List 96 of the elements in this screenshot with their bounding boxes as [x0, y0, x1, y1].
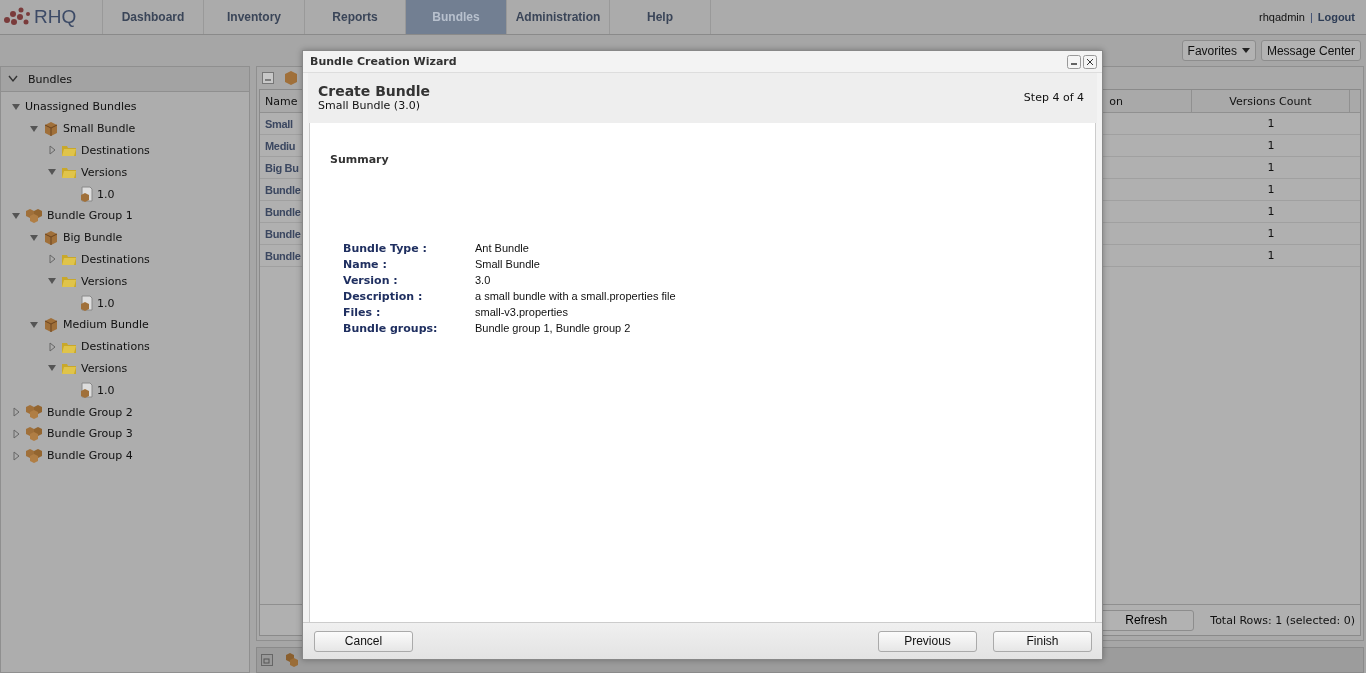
boxes-icon — [25, 425, 43, 442]
table-cell-text: 1 — [1266, 226, 1276, 242]
table-cell-text: Bundle — [264, 226, 302, 242]
tree-item[interactable]: Versions — [81, 274, 128, 288]
wizard-subtitle: Small Bundle (3.0) — [318, 99, 421, 112]
nav-tab[interactable]: Dashboard — [103, 0, 204, 34]
logo-dots-icon — [2, 6, 32, 28]
expander-icon[interactable] — [11, 428, 21, 439]
field-label: Name : — [343, 258, 388, 271]
dialog-title: Bundle Creation Wizard — [310, 55, 457, 68]
logo-text: RHQ — [34, 6, 77, 28]
cancel-button[interactable]: Cancel — [314, 630, 413, 652]
field-value: Ant Bundle — [475, 242, 530, 255]
finish-button[interactable]: Finish — [993, 630, 1092, 652]
package-file-icon — [79, 295, 93, 312]
expander-icon[interactable] — [47, 145, 57, 156]
tree-item[interactable]: 1.0 — [97, 296, 115, 310]
box-icon — [283, 70, 299, 86]
table-cell-text: Mediu — [264, 138, 297, 154]
tree-item[interactable]: Bundle Group 4 — [47, 449, 133, 463]
field-label: Bundle Type : — [343, 242, 428, 255]
tree-item[interactable]: Destinations — [81, 144, 150, 157]
field-value: Small Bundle — [475, 258, 541, 271]
tree-item[interactable]: Medium Bundle — [63, 318, 149, 332]
total-rows-text: Total Rows: 1 (selected: 0) — [1210, 613, 1355, 627]
expander-icon[interactable] — [47, 254, 57, 265]
table-cell-text: Bundle — [264, 182, 302, 198]
expander-icon[interactable] — [29, 319, 39, 330]
tree-item[interactable]: Unassigned Bundles — [25, 100, 137, 114]
field-label: Description : — [343, 290, 424, 303]
expander-icon[interactable] — [11, 407, 21, 418]
favorites-dropdown[interactable]: Favorites — [1181, 40, 1256, 61]
tree-item[interactable]: Bundle Group 1 — [47, 209, 133, 223]
folder-icon — [61, 165, 77, 180]
message-center-button[interactable]: Message Center — [1260, 40, 1361, 61]
collapse-icon[interactable] — [262, 72, 274, 84]
tree-item[interactable]: Bundle Group 2 — [47, 405, 133, 419]
close-icon[interactable] — [1083, 54, 1097, 69]
tree-item[interactable]: Bundle Group 3 — [47, 427, 133, 441]
package-file-icon — [79, 382, 93, 399]
tree-item[interactable]: Destinations — [81, 252, 150, 266]
box-icon — [43, 120, 59, 137]
chevron-icon[interactable] — [8, 75, 18, 83]
section-title: Summary — [330, 153, 390, 166]
field-value: Bundle group 1, Bundle group 2 — [475, 322, 632, 335]
package-file-icon — [79, 186, 93, 203]
tree-item[interactable]: Versions — [81, 361, 128, 375]
wizard-heading: Create Bundle — [318, 83, 431, 99]
folder-icon — [61, 252, 77, 267]
field-value: small-v3.properties — [475, 306, 569, 319]
caret-icon — [1241, 47, 1250, 54]
table-cell-text: 1 — [1266, 116, 1276, 132]
nav-tab[interactable]: Administration — [507, 0, 610, 34]
table-cell-text: 1 — [1266, 138, 1276, 154]
logout-link[interactable]: Logout — [1317, 11, 1355, 23]
folder-icon — [61, 274, 77, 289]
table-cell-text: Small — [264, 116, 294, 132]
tree-item[interactable]: 1.0 — [97, 187, 115, 201]
expander-icon[interactable] — [11, 450, 21, 461]
table-cell-text: 1 — [1266, 204, 1276, 220]
table-cell-text: 1 — [1266, 248, 1276, 264]
column-header[interactable]: Versions Count — [1192, 90, 1350, 112]
field-value: 3.0 — [475, 274, 492, 287]
step-indicator: Step 4 of 4 — [1023, 91, 1084, 104]
minimize-icon[interactable] — [1067, 54, 1081, 69]
field-label: Version : — [343, 274, 399, 287]
tree-item[interactable]: Big Bundle — [63, 231, 123, 245]
table-cell-text: 1 — [1266, 160, 1276, 176]
nav-tab[interactable]: Help — [610, 0, 711, 34]
boxes-icon — [25, 404, 43, 421]
field-label: Files : — [343, 306, 382, 319]
field-value: a small bundle with a small.properties file — [475, 290, 676, 303]
box-icon — [43, 316, 59, 333]
expander-icon[interactable] — [29, 123, 39, 134]
previous-button[interactable]: Previous — [878, 630, 977, 652]
expander-icon[interactable] — [11, 101, 21, 112]
nav-tab[interactable]: Inventory — [204, 0, 305, 34]
panel-title: Bundles — [28, 72, 73, 86]
box-icon — [43, 229, 59, 246]
tree-item[interactable]: Small Bundle — [63, 122, 136, 136]
tree-item[interactable]: Destinations — [81, 340, 150, 354]
folder-icon — [61, 143, 77, 158]
expander-icon[interactable] — [29, 232, 39, 243]
restore-icon[interactable] — [261, 654, 273, 666]
tree-item[interactable]: 1.0 — [97, 383, 115, 397]
boxes-icon — [25, 447, 43, 464]
field-label: Bundle groups: — [343, 322, 439, 335]
username: rhqadmin — [1259, 11, 1305, 23]
folder-icon — [61, 361, 77, 376]
tree-item[interactable]: Versions — [81, 165, 128, 179]
table-cell-text: 1 — [1266, 182, 1276, 198]
separator: | — [1309, 11, 1313, 23]
expander-icon[interactable] — [47, 341, 57, 352]
table-cell-text: Bundle — [264, 204, 302, 220]
expander-icon[interactable] — [11, 210, 21, 221]
boxes-icon — [25, 207, 43, 224]
